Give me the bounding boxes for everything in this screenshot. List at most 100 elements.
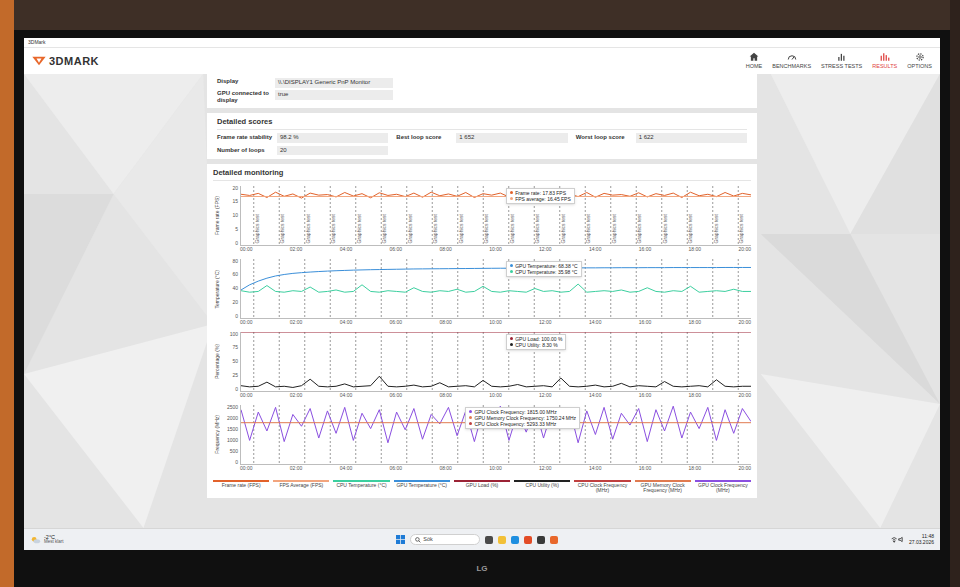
marker-label: Graphics test (255, 214, 260, 243)
x-tick: 16:00 (639, 247, 652, 252)
legend-item[interactable]: GPU Temperature (°C) (394, 480, 450, 495)
plot-wrap: GPU Temperature: 68.38 °CCPU Temperature… (240, 259, 751, 327)
x-tick: 20:00 (738, 247, 751, 252)
clock[interactable]: 11:4827.03.2026 (909, 534, 934, 545)
series-line (241, 332, 751, 333)
legend-item[interactable]: CPU Clock Frequency (MHz) (574, 480, 630, 495)
tooltip-dot (510, 191, 513, 194)
chrome-icon[interactable] (524, 536, 532, 544)
axis-title-box: Percentage (%) (213, 332, 222, 392)
tooltip-row: CPU Clock Frequency: 5293.33 MHz (469, 421, 576, 427)
marker-line (687, 332, 688, 391)
y-tick: 5 (235, 227, 238, 232)
marker-line (330, 332, 331, 391)
tooltip-text: Frame rate: 17.83 FPS (515, 190, 566, 196)
legend-swatch (273, 480, 329, 482)
y-tick: 100 (230, 332, 238, 337)
y-tick: 2000 (227, 416, 238, 421)
weather-note: Mest klart (44, 540, 64, 545)
weather-widget[interactable]: -2°CMest klart (30, 535, 64, 545)
x-tick: 00:00 (240, 466, 253, 471)
y-tick: 50 (232, 359, 238, 364)
3dmark-icon[interactable] (550, 536, 558, 544)
nav-label: OPTIONS (907, 64, 932, 70)
taskbar: -2°CMest klart Sök 11:4827.03.2026 (24, 528, 940, 550)
gauge-icon (787, 52, 797, 62)
marker-line (661, 332, 662, 391)
marker-line (253, 259, 254, 318)
windows-icon[interactable] (396, 535, 405, 544)
x-tick: 18:00 (689, 466, 702, 471)
nav-item[interactable]: RESULTS (872, 52, 897, 70)
x-tick: 04:00 (340, 320, 353, 325)
marker-line (279, 332, 280, 391)
tooltip-text: CPU Temperature: 35.98 °C (515, 269, 577, 275)
monitoring-chart: Temperature (°C)020406080GPU Temperature… (213, 259, 751, 327)
info-value: true (275, 90, 393, 100)
nav-item[interactable]: HOME (746, 52, 763, 70)
x-tick: 12:00 (539, 320, 552, 325)
legend-item[interactable]: FPS Average (FPS) (273, 480, 329, 495)
legend-item[interactable]: GPU Memory Clock Frequency (MHz) (635, 480, 691, 495)
monitor-bezel: LG (24, 550, 940, 587)
x-tick: 08:00 (439, 247, 452, 252)
legend-swatch (454, 480, 510, 482)
nav-label: BENCHMARKS (772, 64, 811, 70)
x-tick: 20:00 (738, 466, 751, 471)
marker-label: Graphics test (408, 214, 413, 243)
search-box[interactable]: Sök (410, 534, 480, 545)
marker-line (304, 332, 305, 391)
wall (14, 0, 950, 30)
network-sound-icon[interactable] (891, 536, 905, 543)
main-nav: HOME BENCHMARKS STRESS TESTS RESULTS OPTIONS (746, 52, 932, 70)
chart-svg (241, 259, 751, 318)
y-tick: 60 (232, 272, 238, 277)
legend-item[interactable]: GPU Load (%) (454, 480, 510, 495)
app-logo[interactable]: 3DMARK (32, 56, 99, 67)
info-row: Display\\.\DISPLAY1 Generic PnP Monitor (217, 78, 747, 88)
cloud-icon (30, 536, 41, 544)
nav-label: RESULTS (872, 64, 897, 70)
marker-line (355, 259, 356, 318)
wall (950, 0, 960, 587)
legend-item[interactable]: CPU Temperature (°C) (333, 480, 389, 495)
legend-item[interactable]: GPU Clock Frequency (MHz) (695, 480, 751, 495)
chart-svg (241, 332, 751, 391)
x-ticks: 00:0002:0004:0006:0008:0010:0012:0014:00… (240, 392, 751, 400)
file-explorer-icon[interactable] (498, 536, 506, 544)
legend-label: GPU Memory Clock Frequency (MHz) (635, 483, 691, 495)
chart-tooltip: Frame rate: 17.83 FPSFPS average: 16.45 … (506, 188, 575, 204)
plot-area: Graphics testGraphics testGraphics testG… (240, 186, 751, 246)
y-tick: 40 (232, 286, 238, 291)
series-line (241, 196, 751, 197)
x-tick: 06:00 (390, 320, 403, 325)
marker-line (457, 332, 458, 391)
scores-grid: Frame rate stability98.2 %Best loop scor… (217, 133, 747, 156)
legend-swatch (635, 480, 691, 482)
tooltip-dot (510, 264, 513, 267)
x-tick: 12:00 (539, 247, 552, 252)
marker-line (253, 405, 254, 464)
edge-icon[interactable] (511, 536, 519, 544)
x-tick: 10:00 (489, 247, 502, 252)
tooltip-row: GPU Clock Frequency: 1815.00 MHz (469, 409, 576, 415)
terminal-icon[interactable] (537, 536, 545, 544)
legend-item[interactable]: CPU Utility (%) (514, 480, 570, 495)
score-label: Frame rate stability (217, 134, 273, 141)
legend-swatch (574, 480, 630, 482)
y-tick: 0 (235, 314, 238, 319)
system-info-card: Display\\.\DISPLAY1 Generic PnP Monitor G… (207, 74, 757, 108)
task-view-icon[interactable] (485, 536, 493, 544)
x-tick: 04:00 (340, 247, 353, 252)
legend-item[interactable]: Frame rate (FPS) (213, 480, 269, 495)
legend-label: GPU Clock Frequency (MHz) (695, 483, 751, 495)
scores-card: Detailed scoresFrame rate stability98.2 … (207, 113, 757, 159)
marker-label: Graphics test (382, 214, 387, 243)
nav-item[interactable]: BENCHMARKS (772, 52, 811, 70)
nav-item[interactable]: OPTIONS (907, 52, 932, 70)
tooltip-text: CPU Utility: 8.30 % (515, 342, 558, 348)
tooltip-text: FPS average: 16.45 FPS (515, 196, 571, 202)
info-label: GPU connected to display (217, 90, 269, 104)
results-icon (880, 52, 890, 62)
nav-item[interactable]: STRESS TESTS (821, 52, 862, 70)
